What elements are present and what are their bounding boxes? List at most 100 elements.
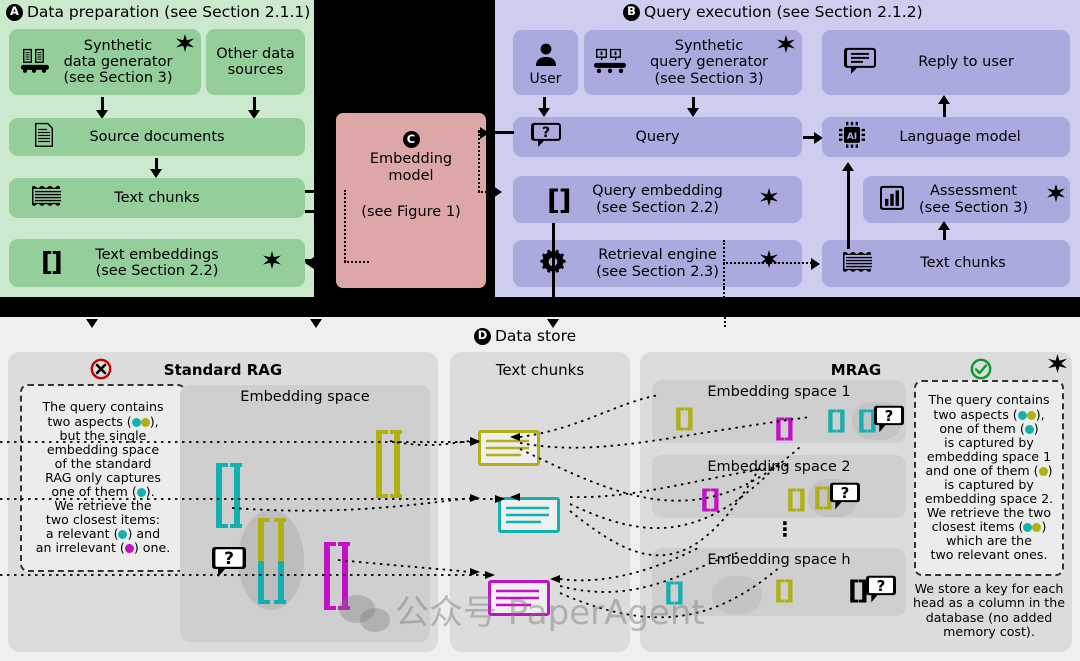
standard-rag-callout: The query contains two aspects (), but t…	[20, 384, 186, 572]
embedding-space-h-title: Embedding space h	[707, 552, 851, 568]
svg-text:?: ?	[224, 549, 234, 569]
dot-teal	[1017, 410, 1027, 420]
box-text-chunks[interactable]: Text chunks	[9, 178, 305, 218]
box-reply-to-user[interactable]: Reply to user	[822, 30, 1070, 95]
arrowhead-right	[326, 186, 335, 198]
arrowhead-down	[687, 108, 699, 117]
embedding-space-title: Embedding space	[240, 389, 370, 405]
box-text-chunks-label: Text chunks	[114, 189, 200, 206]
box-text-embeddings-label: Text embeddings (see Section 2.2)	[95, 246, 219, 279]
box-user-label: User	[529, 70, 562, 87]
star-icon	[263, 251, 281, 269]
mrag-note: We store a key for each head as a column…	[913, 581, 1065, 640]
section-b-header: B Query execution (see Section 2.1.2)	[623, 3, 923, 21]
box-text-chunks-b[interactable]: Text chunks	[822, 240, 1070, 287]
line-embed-to-query	[486, 131, 514, 134]
arrowhead-right	[480, 127, 489, 139]
dotted-embed-back	[344, 261, 369, 263]
mrag-title: MRAG	[830, 361, 882, 379]
item-olive-1	[376, 430, 402, 498]
arrowhead-right	[493, 186, 502, 198]
arrow-chunks-to-llm	[847, 169, 850, 249]
star-icon	[777, 35, 795, 53]
star-icon	[760, 188, 778, 206]
box-retrieval-engine-label: Retrieval engine (see Section 2.3)	[596, 247, 719, 280]
bar-chart-icon	[879, 184, 905, 214]
embedding-space-2-title: Embedding space 2	[707, 459, 851, 475]
box-other-data-sources-label: Other data sources	[216, 45, 295, 78]
arrowhead-down	[310, 319, 322, 328]
box-synthetic-query-generator[interactable]: Synthetic query generator (see Section 3…	[584, 30, 802, 95]
embedding-space-1-title: Embedding space 1	[707, 384, 851, 400]
dot-olive	[140, 417, 150, 427]
item-query-es2: []	[813, 483, 834, 513]
dotted-embed-right-bot	[478, 191, 494, 193]
box-query[interactable]: ? Query	[513, 117, 802, 157]
chunk-magenta	[488, 580, 550, 616]
chunk-olive	[478, 430, 540, 466]
box-user[interactable]: User	[513, 30, 578, 95]
panel-data-store: D Data store Standard RAG The query cont…	[0, 317, 1080, 661]
section-d-header: D Data store	[474, 327, 576, 345]
box-language-model[interactable]: AI Language model	[822, 117, 1070, 157]
box-query-label: Query	[635, 128, 680, 145]
mrag-embedding-space-2: Embedding space 2 [] [] [] ?	[652, 455, 906, 518]
box-other-data-sources[interactable]: Other data sources	[206, 29, 305, 95]
item-olive-es1: []	[674, 404, 695, 434]
item-query-es1: []	[857, 406, 878, 436]
dot-magenta	[124, 544, 134, 554]
factory-chat-icon	[594, 47, 628, 77]
cross-circle-icon	[90, 358, 112, 384]
box-source-documents[interactable]: Source documents	[9, 118, 305, 156]
brackets-icon: []	[547, 182, 572, 216]
query-region-esh	[712, 576, 762, 614]
section-a-title: Data preparation (see Section 2.1.1)	[27, 3, 311, 21]
chunk-teal	[498, 497, 560, 533]
chunks-icon	[842, 250, 876, 276]
mrag-callout: The query contains two aspects (), one o…	[914, 380, 1064, 576]
question-bubble-icon: ?	[212, 545, 246, 583]
box-text-embeddings[interactable]: [] Text embeddings (see Section 2.2)	[9, 239, 305, 287]
box-assessment-label: Assessment (see Section 3)	[918, 183, 1029, 216]
black-divider	[0, 297, 1080, 317]
text-chunks-card-title: Text chunks	[495, 361, 585, 379]
document-icon	[33, 122, 55, 152]
box-query-embedding[interactable]: [] Query embedding (see Section 2.2)	[513, 176, 802, 223]
embedding-model-subtitle: (see Figure 1)	[361, 204, 461, 221]
box-assessment[interactable]: Assessment (see Section 3)	[863, 176, 1070, 223]
item-query-esh: []	[848, 576, 869, 606]
box-source-documents-label: Source documents	[89, 128, 225, 145]
card-mrag: MRAG Embedding space 1 [] [] [] [] ? Emb…	[640, 352, 1072, 652]
embedding-model-title: Embedding model	[369, 151, 453, 184]
arrowhead-up	[938, 95, 950, 104]
box-language-model-label: Language model	[899, 128, 1021, 145]
dot-teal	[136, 488, 146, 498]
box-synthetic-data-generator[interactable]: Synthetic data generator (see Section 3)	[9, 29, 201, 95]
box-synthetic-data-generator-label: Synthetic data generator (see Section 3)	[63, 37, 173, 87]
vertical-ellipsis: ⋮	[775, 517, 795, 541]
item-olive-es2: []	[786, 485, 807, 515]
svg-text:?: ?	[877, 577, 886, 595]
chunks-icon	[31, 185, 65, 211]
box-reply-to-user-label: Reply to user	[918, 54, 1014, 71]
item-query-split	[258, 518, 288, 604]
brackets-icon: []	[41, 247, 63, 278]
svg-text:AI: AI	[847, 132, 857, 142]
dotted-embed-left	[344, 190, 346, 262]
factory-icon	[21, 47, 51, 77]
box-synthetic-query-generator-label: Synthetic query generator (see Section 3…	[649, 38, 769, 87]
star-icon	[760, 250, 778, 268]
arrowhead-up	[938, 221, 950, 230]
question-bubble-icon: ?	[866, 574, 896, 608]
section-d-badge: D	[474, 327, 491, 345]
panel-query-execution: B Query execution (see Section 2.1.2) Us…	[495, 0, 1080, 298]
svg-text:?: ?	[885, 407, 894, 425]
arrowhead-down	[150, 169, 162, 178]
section-b-title: Query execution (see Section 2.1.2)	[644, 3, 923, 21]
box-text-chunks-b-label: Text chunks	[920, 255, 1006, 272]
speech-lines-icon	[844, 45, 876, 79]
section-d-title: Data store	[495, 327, 577, 345]
arrowhead-right	[811, 258, 820, 270]
dotted-retrieval-right	[723, 262, 812, 264]
section-a-header: A Data preparation (see Section 2.1.1)	[6, 3, 310, 21]
